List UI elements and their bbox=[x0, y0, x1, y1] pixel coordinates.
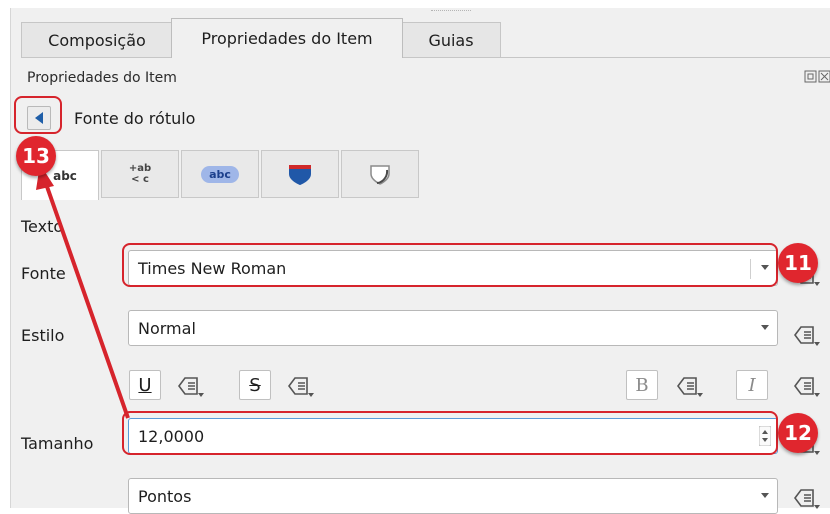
data-defined-override-icon[interactable] bbox=[793, 374, 821, 398]
subtab-formatting[interactable]: +ab < c bbox=[101, 150, 179, 198]
formatting-icon: +ab < c bbox=[129, 163, 151, 185]
highlight-font-combo bbox=[122, 243, 778, 287]
strikeout-button[interactable]: S bbox=[239, 370, 271, 400]
data-defined-override-icon[interactable] bbox=[793, 486, 821, 510]
panel-heading: Fonte do rótulo bbox=[74, 109, 196, 128]
tab-divider bbox=[21, 57, 830, 58]
tab-label: Composição bbox=[48, 31, 146, 50]
underline-button[interactable]: U bbox=[129, 370, 161, 400]
data-defined-override-icon[interactable] bbox=[287, 374, 315, 398]
bold-button[interactable]: B bbox=[626, 370, 658, 400]
data-defined-override-icon[interactable] bbox=[793, 323, 821, 347]
tab-label: Guias bbox=[428, 31, 474, 50]
subtab-shadow[interactable] bbox=[341, 150, 419, 198]
bold-icon: B bbox=[635, 374, 649, 396]
tab-guias[interactable]: Guias bbox=[401, 22, 501, 58]
section-title: Propriedades do Item bbox=[27, 70, 177, 86]
annotation-badge-11: 11 bbox=[778, 243, 818, 283]
style-value: Normal bbox=[138, 318, 196, 338]
unit-combo[interactable]: Pontos bbox=[128, 478, 778, 514]
data-defined-override-icon[interactable] bbox=[177, 374, 205, 398]
subtab-background[interactable] bbox=[261, 150, 339, 198]
buffer-icon: abc bbox=[201, 165, 239, 183]
estilo-label: Estilo bbox=[21, 326, 65, 345]
dock-icons[interactable] bbox=[804, 70, 830, 87]
underline-icon: U bbox=[138, 374, 152, 396]
italic-icon: I bbox=[748, 374, 756, 396]
annotation-badge-12: 12 bbox=[778, 413, 818, 453]
highlight-back-button bbox=[14, 96, 62, 134]
float-icon[interactable] bbox=[804, 70, 830, 84]
shadow-icon bbox=[370, 165, 390, 185]
formatting-icon-line1: +ab bbox=[128, 163, 152, 174]
highlight-size-spinbox bbox=[122, 411, 778, 455]
data-defined-override-icon[interactable] bbox=[676, 374, 704, 398]
text-icon: abc bbox=[53, 168, 77, 183]
chevron-down-icon[interactable] bbox=[761, 325, 769, 330]
fonte-label: Fonte bbox=[21, 264, 66, 283]
style-combo[interactable]: Normal bbox=[128, 310, 778, 346]
formatting-icon-line2: < c bbox=[131, 174, 149, 185]
strikeout-icon: S bbox=[249, 374, 261, 396]
texto-label: Texto bbox=[21, 217, 64, 236]
shield-icon bbox=[289, 165, 311, 185]
chevron-down-icon[interactable] bbox=[761, 493, 769, 498]
tab-label: Propriedades do Item bbox=[201, 29, 373, 48]
italic-button[interactable]: I bbox=[736, 370, 768, 400]
tab-propriedades-do-item[interactable]: Propriedades do Item bbox=[171, 18, 403, 58]
subtab-buffer[interactable]: abc bbox=[181, 150, 259, 198]
tab-composicao[interactable]: Composição bbox=[21, 22, 173, 58]
tamanho-label: Tamanho bbox=[21, 434, 94, 453]
unit-value: Pontos bbox=[138, 486, 192, 506]
panel-grip[interactable] bbox=[431, 10, 471, 13]
annotation-badge-13: 13 bbox=[16, 136, 56, 176]
label-subtabs: abc +ab < c abc bbox=[21, 150, 419, 200]
